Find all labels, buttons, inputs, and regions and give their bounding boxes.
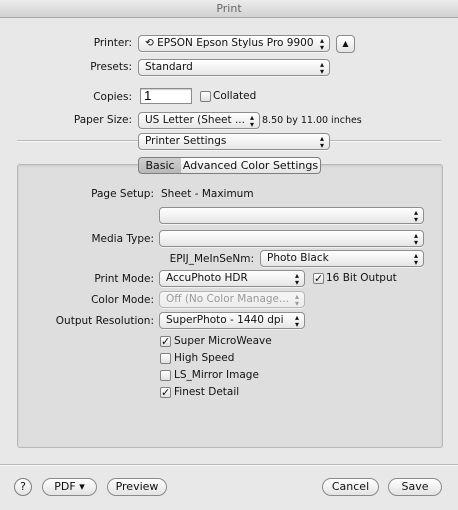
color-mode-label: Color Mode: bbox=[91, 294, 154, 306]
epij-label: EPIJ_MeInSeNm: bbox=[169, 253, 254, 265]
save-button[interactable]: Save bbox=[388, 478, 442, 496]
section-popup-value: Printer Settings bbox=[145, 135, 227, 147]
checkmark-icon: ✓ bbox=[314, 272, 324, 285]
presets-label: Presets: bbox=[90, 61, 132, 73]
print-mode-popup[interactable]: AccuPhoto HDR ▴ ▾ bbox=[159, 270, 305, 287]
high-speed-label: High Speed bbox=[174, 352, 235, 364]
super-microweave-label: Super MicroWeave bbox=[174, 335, 272, 347]
media-type-popup[interactable]: ▴ ▾ bbox=[159, 230, 424, 247]
paper-dimensions: 8.50 by 11.00 inches bbox=[262, 115, 362, 126]
16-bit-output-label: 16 Bit Output bbox=[326, 272, 397, 284]
paper-size-label: Paper Size: bbox=[73, 114, 132, 126]
window-title: Print bbox=[216, 2, 242, 15]
color-mode-popup[interactable]: Off (No Color Manage... ▴ ▾ bbox=[159, 291, 305, 308]
printer-popup[interactable]: ⟲ EPSON Epson Stylus Pro 9900 ▴ ▾ bbox=[138, 35, 330, 52]
output-resolution-popup[interactable]: SuperPhoto - 1440 dpi ▴ ▾ bbox=[159, 312, 305, 329]
tab-basic[interactable]: Basic bbox=[138, 157, 182, 174]
16-bit-output-checkbox[interactable]: ✓ bbox=[313, 273, 324, 284]
printer-icon: ⟲ bbox=[145, 37, 154, 49]
print-mode-value: AccuPhoto HDR bbox=[166, 272, 248, 284]
updown-arrows-icon: ▴ ▾ bbox=[413, 231, 418, 247]
color-mode-value: Off (No Color Manage... bbox=[166, 293, 290, 305]
collated-checkbox[interactable] bbox=[200, 91, 211, 102]
preview-button[interactable]: Preview bbox=[107, 478, 167, 496]
page-setup-label: Page Setup: bbox=[91, 188, 154, 200]
print-mode-label: Print Mode: bbox=[94, 273, 154, 285]
output-resolution-value: SuperPhoto - 1440 dpi bbox=[166, 314, 284, 326]
output-resolution-label: Output Resolution: bbox=[55, 315, 154, 327]
blank-popup[interactable]: ▴ ▾ bbox=[159, 207, 424, 224]
presets-popup[interactable]: Standard ▴ ▾ bbox=[138, 59, 330, 76]
high-speed-checkbox[interactable] bbox=[160, 353, 171, 364]
help-button[interactable]: ? bbox=[14, 478, 32, 496]
cancel-button[interactable]: Cancel bbox=[322, 478, 379, 496]
updown-arrows-icon: ▴ ▾ bbox=[294, 313, 299, 329]
updown-arrows-icon: ▴ ▾ bbox=[413, 208, 418, 224]
finest-detail-label: Finest Detail bbox=[174, 386, 240, 398]
checkmark-icon: ✓ bbox=[161, 386, 171, 399]
up-arrow-icon: ▲ bbox=[342, 39, 349, 48]
checkmark-icon: ✓ bbox=[161, 335, 171, 348]
copies-label: Copies: bbox=[93, 91, 132, 103]
paper-size-popup[interactable]: US Letter (Sheet ... ▴ ▾ bbox=[138, 112, 260, 129]
updown-arrows-icon: ▴ ▾ bbox=[294, 271, 299, 287]
printer-details-button[interactable]: ▲ bbox=[336, 35, 355, 53]
presets-value: Standard bbox=[145, 61, 193, 73]
media-type-label: Media Type: bbox=[91, 233, 154, 245]
updown-arrows-icon: ▴ ▾ bbox=[413, 251, 418, 267]
paper-size-value: US Letter (Sheet ... bbox=[145, 114, 245, 126]
printer-value: EPSON Epson Stylus Pro 9900 bbox=[157, 37, 314, 49]
epij-value: Photo Black bbox=[267, 252, 329, 264]
updown-arrows-icon: ▴ ▾ bbox=[319, 36, 324, 52]
epij-popup[interactable]: Photo Black ▴ ▾ bbox=[260, 250, 424, 267]
page-setup-value: Sheet - Maximum bbox=[161, 188, 254, 200]
super-microweave-checkbox[interactable]: ✓ bbox=[160, 336, 171, 347]
section-popup[interactable]: Printer Settings ▴ ▾ bbox=[138, 133, 330, 150]
printer-label: Printer: bbox=[93, 37, 132, 49]
finest-detail-checkbox[interactable]: ✓ bbox=[160, 387, 171, 398]
updown-arrows-icon: ▴ ▾ bbox=[249, 113, 254, 129]
updown-arrows-icon: ▴ ▾ bbox=[294, 292, 299, 308]
updown-arrows-icon: ▴ ▾ bbox=[319, 134, 324, 150]
footer-separator bbox=[0, 464, 458, 466]
copies-field[interactable] bbox=[140, 88, 192, 104]
help-icon: ? bbox=[20, 480, 26, 493]
pdf-menu-button[interactable]: PDF ▾ bbox=[42, 478, 97, 496]
updown-arrows-icon: ▴ ▾ bbox=[319, 60, 324, 76]
ls-mirror-image-checkbox[interactable] bbox=[160, 370, 171, 381]
tab-advanced-color-settings[interactable]: Advanced Color Settings bbox=[181, 157, 321, 174]
window-title-bar: Print bbox=[0, 0, 458, 18]
ls-mirror-image-label: LS_Mirror Image bbox=[174, 369, 259, 381]
collated-label: Collated bbox=[213, 90, 257, 102]
